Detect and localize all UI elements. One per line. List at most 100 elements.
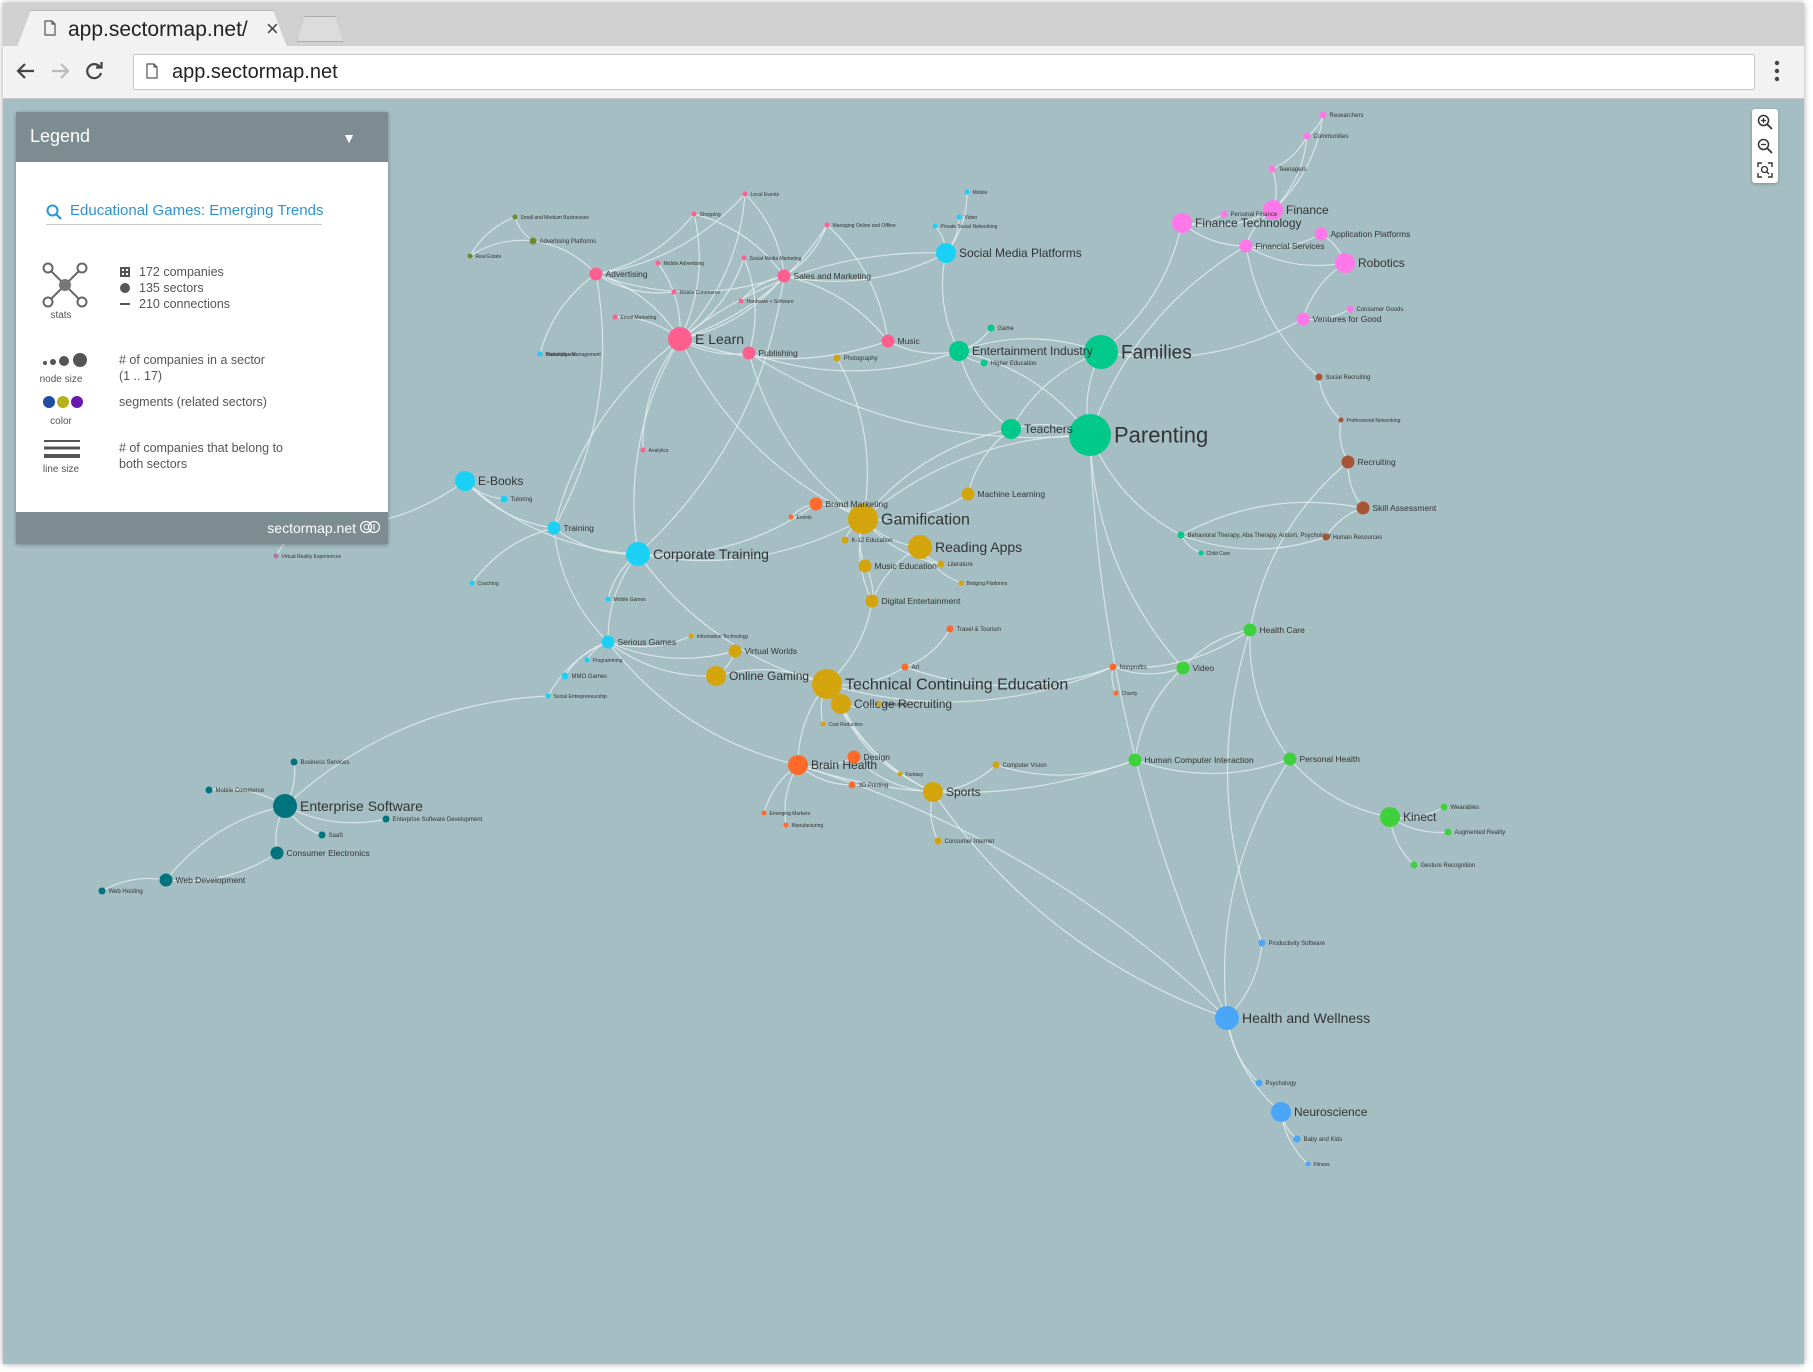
sector-node-circle[interactable] — [1314, 227, 1328, 241]
sector-node-circle[interactable] — [318, 831, 326, 839]
sector-node-circle[interactable] — [1268, 165, 1276, 173]
sector-node-circle[interactable] — [601, 635, 615, 649]
sector-node-circle[interactable] — [992, 761, 1000, 769]
sector-node-circle[interactable] — [1239, 239, 1253, 253]
sector-node-circle[interactable] — [1243, 623, 1257, 637]
sector-node-circle[interactable] — [783, 822, 789, 828]
sector-node-hardware-software[interactable]: Hardware + Software — [738, 298, 794, 305]
sector-node-circle[interactable] — [956, 214, 962, 220]
new-tab-button[interactable] — [297, 16, 343, 42]
sector-node-circle[interactable] — [1410, 861, 1418, 869]
sector-node-circle[interactable] — [937, 560, 945, 568]
sector-node-child-care[interactable]: Child Care — [1198, 550, 1231, 557]
zoom-out-button[interactable] — [1752, 134, 1778, 158]
sector-node-mobile-commerce[interactable]: Mobile Commerce — [671, 289, 721, 296]
sector-node-coaching[interactable]: Coaching — [469, 580, 499, 587]
sector-node-circle[interactable] — [159, 873, 173, 887]
sector-node-circle[interactable] — [382, 815, 390, 823]
sector-node-digital-ent[interactable]: Digital Entertainment — [865, 594, 962, 608]
browser-menu-button[interactable] — [1767, 56, 1787, 86]
sector-node-circle[interactable] — [923, 782, 943, 802]
sector-node-circle[interactable] — [742, 191, 748, 197]
sector-node-health-wellness[interactable]: Health and Wellness — [1215, 1006, 1370, 1030]
sector-node-circle[interactable] — [949, 341, 969, 361]
sector-node-analytics[interactable]: Analytics — [640, 447, 670, 454]
sector-node-circle[interactable] — [858, 559, 872, 573]
sector-node-circle[interactable] — [881, 334, 895, 348]
sector-node-saas[interactable]: SaaS — [318, 831, 344, 840]
sector-node-literature[interactable]: Literature — [937, 560, 974, 569]
sector-node-circle[interactable] — [848, 781, 856, 789]
brand-link[interactable]: sectormap.net — [267, 520, 356, 536]
sector-node-circle[interactable] — [1444, 828, 1452, 836]
sector-node-circle[interactable] — [640, 447, 646, 453]
sector-node-mobile-commerce-teal[interactable]: Mobile Commerce — [205, 786, 265, 795]
sector-node-consumer-electronics[interactable]: Consumer Electronics — [270, 846, 370, 860]
sector-node-tce[interactable]: Technical Continuing Education — [812, 669, 1068, 699]
sector-node-circle[interactable] — [1198, 550, 1204, 556]
collapse-arrow-icon[interactable]: ▼ — [342, 130, 356, 146]
sector-node-circle[interactable] — [1335, 253, 1355, 273]
sector-node-teenagers[interactable]: Teenagers — [1268, 165, 1307, 174]
sector-node-circle[interactable] — [761, 810, 767, 816]
sector-node-human-resources[interactable]: Human Resources — [1322, 533, 1383, 542]
sector-node-circle[interactable] — [788, 755, 808, 775]
sector-node-web-dev[interactable]: Web Development — [159, 873, 246, 887]
sector-node-circle[interactable] — [1113, 690, 1119, 696]
sector-node-circle[interactable] — [897, 771, 903, 777]
sector-node-programming[interactable]: Programming — [584, 657, 623, 664]
sector-node-social-media[interactable]: Social Media Platforms — [936, 243, 1082, 263]
browser-tab[interactable]: app.sectormap.net/ × — [17, 10, 287, 47]
sector-node-circle[interactable] — [455, 471, 475, 491]
sector-node-music[interactable]: Music — [881, 334, 921, 348]
sector-node-email-marketing[interactable]: Email Marketing — [612, 314, 657, 321]
sector-node-psychology[interactable]: Psychology — [1255, 1079, 1297, 1088]
sector-node-social-entrepreneurship[interactable]: Social Entrepreneurship — [545, 693, 608, 700]
sector-node-software-dev[interactable]: Enterprise Software Development — [382, 815, 483, 824]
sector-node-circle[interactable] — [605, 596, 611, 602]
sector-node-circle[interactable] — [1109, 663, 1117, 671]
sector-node-circle[interactable] — [1176, 661, 1190, 675]
sector-node-online-gaming[interactable]: Online Gaming — [706, 666, 809, 686]
sector-node-photography[interactable]: Photography — [833, 354, 878, 363]
sector-node-app-platforms[interactable]: Application Platforms — [1314, 227, 1411, 241]
legend-search-field[interactable]: Educational Games: Emerging Trends — [46, 202, 323, 225]
sector-node-circle[interactable] — [1380, 807, 1400, 827]
sector-node-circle[interactable] — [742, 346, 756, 360]
sector-node-bridging[interactable]: Bridging Platforms — [958, 580, 1008, 587]
sector-node-circle[interactable] — [1296, 312, 1310, 326]
sector-node-music-education[interactable]: Music Education — [858, 559, 938, 573]
sector-node-augmented-reality[interactable]: Augmented Reality — [1444, 828, 1506, 837]
sector-node-behavioral[interactable]: Behavioral Therapy, Aba Therapy, Autism,… — [1177, 531, 1332, 540]
sector-node-circle[interactable] — [728, 644, 742, 658]
sector-node-adv-platforms[interactable]: Advertising Platforms — [529, 237, 597, 246]
sector-node-circle[interactable] — [273, 794, 297, 818]
back-button[interactable] — [9, 54, 43, 88]
sector-node-circle[interactable] — [500, 495, 508, 503]
sector-node-game[interactable]: Game — [987, 324, 1015, 333]
address-bar[interactable]: app.sectormap.net — [133, 54, 1755, 90]
sector-node-tutoring[interactable]: Tutoring — [500, 495, 533, 504]
reload-button[interactable] — [77, 54, 111, 88]
sector-node-emerging-markets[interactable]: Emerging Markets — [761, 810, 811, 817]
sector-node-circle[interactable] — [529, 237, 537, 245]
zoom-in-button[interactable] — [1752, 110, 1778, 134]
sector-node-teachers[interactable]: Teachers — [1001, 419, 1073, 439]
sector-node-consumer-internet[interactable]: Consumer Internet — [934, 837, 995, 846]
sector-node-circle[interactable] — [1220, 210, 1228, 218]
sector-node-circle[interactable] — [691, 211, 697, 217]
sector-node-recruiting[interactable]: Recruiting — [1341, 455, 1397, 469]
sector-node-circle[interactable] — [1305, 1161, 1311, 1167]
sector-node-social-media-mkt[interactable]: Social Media Marketing — [741, 255, 802, 262]
sector-node-consumer-goods[interactable]: Consumer Goods — [1346, 305, 1404, 314]
sector-node-circle[interactable] — [1315, 373, 1323, 381]
sector-node-video-cyan[interactable]: Video — [956, 214, 978, 221]
sector-node-circle[interactable] — [812, 669, 842, 699]
sector-node-circle[interactable] — [671, 289, 677, 295]
sector-node-wearables[interactable]: Wearables — [1440, 803, 1480, 812]
sector-node-sports[interactable]: Sports — [923, 782, 981, 802]
sector-node-circle[interactable] — [1341, 455, 1355, 469]
sector-node-mobile-games[interactable]: Mobile Games — [605, 596, 647, 603]
sector-node-circle[interactable] — [980, 359, 988, 367]
sector-node-personal-health[interactable]: Personal Health — [1283, 752, 1361, 766]
